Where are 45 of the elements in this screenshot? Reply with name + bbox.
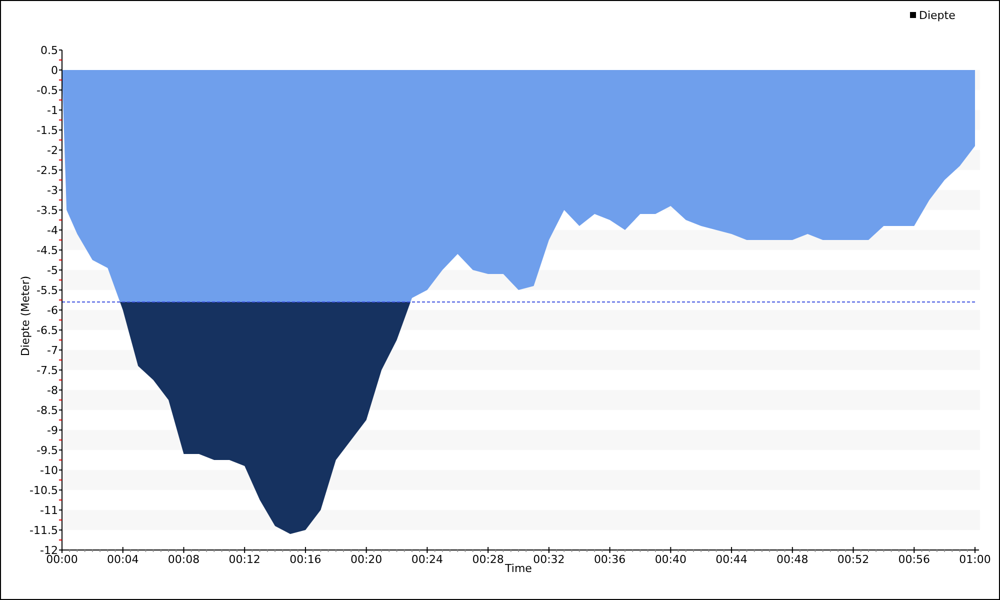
- axis-tick-label: 00:20: [350, 553, 382, 566]
- axis-tick-label: 00:00: [46, 553, 78, 566]
- legend-label: Diepte: [919, 9, 956, 22]
- axis-tick-label: -2: [47, 144, 58, 157]
- axis-tick-label: -9.5: [36, 444, 58, 457]
- axis-tick-label: -3: [47, 184, 58, 197]
- axis-tick-label: 00:08: [168, 553, 200, 566]
- axis-title: Diepte (Meter): [19, 276, 32, 356]
- legend-marker: [910, 12, 916, 18]
- axis-tick-label: -0.5: [36, 84, 58, 97]
- axis-tick-label: -5: [47, 264, 58, 277]
- axis-tick-label: -7: [47, 344, 58, 357]
- axis-tick-label: -6.5: [36, 324, 58, 337]
- axis-tick-label: 01:00: [959, 553, 991, 566]
- axis-tick-label: 00:04: [107, 553, 139, 566]
- axis-tick-label: 0: [51, 64, 58, 77]
- axis-tick-label: -1: [47, 104, 58, 117]
- axis-tick-label: -4: [47, 224, 58, 237]
- axis-tick-label: -3.5: [36, 204, 58, 217]
- axis-title: Time: [505, 562, 532, 575]
- axis-tick-label: -7.5: [36, 364, 58, 377]
- axis-tick-label: -11.5: [30, 524, 58, 537]
- axis-tick-label: 00:16: [290, 553, 322, 566]
- axis-tick-label: 00:24: [411, 553, 444, 566]
- axis-tick-label: -1.5: [36, 124, 58, 137]
- axis-tick-label: -4.5: [36, 244, 58, 257]
- axis-tick-label: 00:28: [472, 553, 504, 566]
- axis-tick-label: 00:48: [776, 553, 808, 566]
- axis-tick-label: -5.5: [36, 284, 58, 297]
- axis-tick-label: 0.5: [40, 44, 58, 57]
- axis-tick-label: 00:40: [654, 553, 687, 566]
- axis-tick-label: -10: [40, 464, 58, 477]
- axis-tick-label: -11: [40, 504, 58, 517]
- axis-tick-label: -9: [47, 424, 58, 437]
- axis-tick-label: 00:44: [716, 553, 748, 566]
- axis-tick-label: -6: [47, 304, 58, 317]
- axis-tick-label: -10.5: [30, 484, 58, 497]
- axis-tick-label: 00:32: [533, 553, 565, 566]
- axis-tick-label: 00:12: [228, 553, 260, 566]
- axis-tick-label: -8: [47, 384, 58, 397]
- axis-tick-label: 00:56: [898, 553, 930, 566]
- axis-tick-label: -8.5: [36, 404, 58, 417]
- axis-tick-label: 00:36: [594, 553, 626, 566]
- axis-tick-label: -2.5: [36, 164, 58, 177]
- axis-tick-label: 00:52: [837, 553, 870, 566]
